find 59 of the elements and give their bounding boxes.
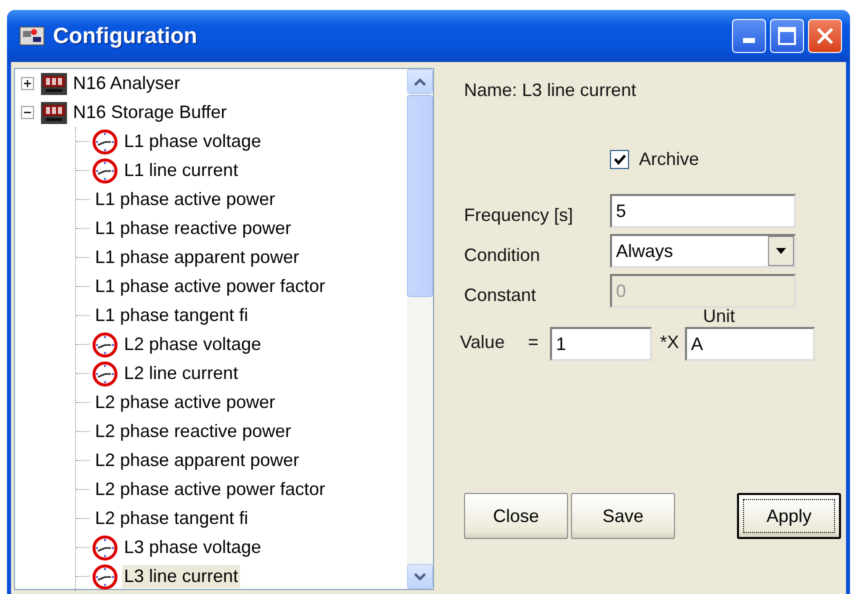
scroll-thumb[interactable] [407, 95, 433, 297]
clock-icon [91, 332, 119, 358]
clock-icon [91, 534, 119, 560]
maximize-icon [778, 27, 796, 45]
dialog-button[interactable]: Save [571, 493, 675, 539]
value-label: Value [460, 332, 506, 353]
constant-label: Constant [464, 285, 538, 307]
frequency-label: Frequency [s] [464, 205, 574, 227]
close-button[interactable] [808, 19, 842, 53]
condition-label: Condition [464, 245, 542, 267]
tree-item[interactable]: L1 phase active power [93, 188, 278, 211]
tree-item[interactable]: L2 phase voltage [122, 333, 264, 356]
tree-item[interactable]: N16 Analyser [71, 72, 182, 95]
checkmark-icon [614, 154, 626, 165]
tree-item[interactable]: L2 phase apparent power [93, 449, 302, 472]
counter-icon [40, 100, 68, 124]
minimize-button[interactable] [732, 19, 766, 53]
close-icon [816, 27, 834, 45]
clock-icon [91, 128, 119, 154]
window-title: Configuration [53, 23, 198, 49]
expand-toggle[interactable] [21, 77, 34, 90]
tree-item[interactable]: L3 line current [122, 565, 240, 588]
tree-item[interactable]: L1 phase apparent power [93, 246, 302, 269]
tree-item[interactable]: L2 phase tangent fi [93, 507, 250, 530]
tree-item[interactable]: L2 phase active power factor [93, 478, 328, 501]
tree-item[interactable]: L1 phase active power factor [93, 275, 328, 298]
item-name-label: Name: L3 line current [464, 80, 636, 101]
tree-item[interactable]: L3 phase voltage [122, 536, 264, 559]
scroll-down-button[interactable] [407, 564, 433, 589]
dialog-button[interactable]: Close [464, 493, 568, 539]
tree-item[interactable]: L1 phase tangent fi [93, 304, 250, 327]
maximize-button[interactable] [770, 19, 804, 53]
unit-field[interactable]: A [685, 327, 816, 361]
multiply-sign: *X [660, 332, 680, 353]
clock-icon [91, 360, 119, 386]
scrollbar[interactable] [407, 69, 433, 589]
scroll-up-button[interactable] [407, 69, 433, 94]
counter-icon [40, 72, 68, 96]
tree-item[interactable]: L1 phase reactive power [93, 217, 294, 240]
frequency-field[interactable]: 5 [610, 194, 796, 228]
minimize-icon [743, 38, 755, 44]
tree-item[interactable]: N16 Storage Buffer [71, 101, 229, 124]
unit-label: Unit [703, 306, 736, 327]
tree-item[interactable]: L1 line current [122, 159, 240, 182]
tree-item[interactable]: L2 phase reactive power [93, 420, 294, 443]
dialog-button[interactable]: Apply [737, 493, 841, 539]
plus-icon [23, 79, 32, 88]
tree-item[interactable]: L1 phase voltage [122, 130, 264, 153]
collapse-toggle[interactable] [21, 106, 34, 119]
value-field[interactable]: 1 [550, 327, 652, 361]
archive-label: Archive [639, 149, 700, 170]
archive-checkbox[interactable] [610, 150, 629, 169]
condition-dropdown[interactable]: Always [610, 234, 796, 268]
tree-item[interactable]: L2 line current [122, 362, 240, 385]
clock-icon [91, 158, 119, 184]
dropdown-arrow-icon [776, 248, 786, 254]
app-icon [19, 26, 45, 46]
tree-item[interactable]: L2 phase active power [93, 391, 278, 414]
equals-sign: = [528, 332, 540, 353]
